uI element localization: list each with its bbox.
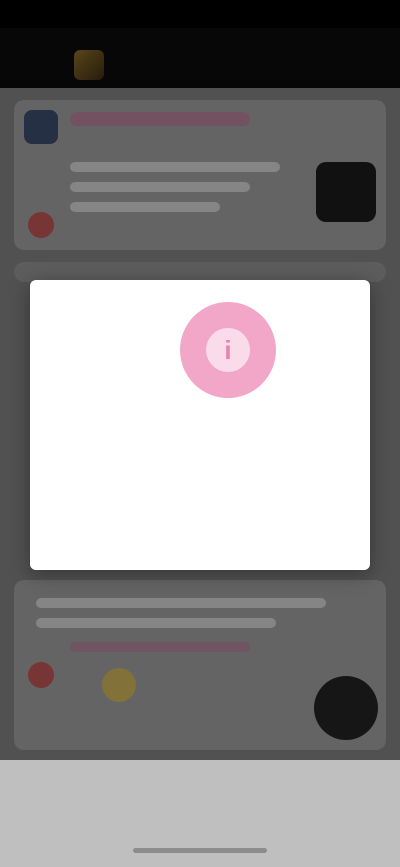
- info-icon: i: [180, 302, 276, 398]
- bottom-action-link[interactable]: [100, 776, 300, 798]
- dialog-title: [70, 404, 330, 430]
- dialog-message: [60, 436, 340, 496]
- alert-dialog: i: [30, 280, 370, 570]
- info-icon-glyph: i: [206, 328, 250, 372]
- home-indicator[interactable]: [133, 848, 267, 853]
